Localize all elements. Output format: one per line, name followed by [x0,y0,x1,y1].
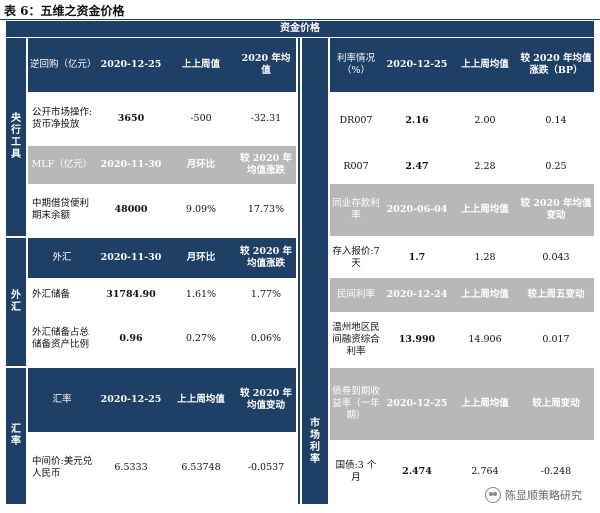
left-h4-c1: 汇率 [28,368,96,432]
left-r2-c4: 17.73% [236,184,296,236]
left-r5-c4: -0.0537 [236,432,296,504]
left-r3-c1: 外汇储备 [28,278,96,312]
left-r4-c4: 0.06% [236,312,296,366]
left-r1-c2: 3650 [96,92,166,146]
left-r3-c4: 1.77% [236,278,296,312]
right-r1-c4: 0.14 [518,92,594,150]
left-r1-c1: 公开市场操作:货币净投放 [28,92,96,146]
right-r2-c3: 2.28 [452,150,518,184]
left-r1-c3: -500 [166,92,236,146]
right-h4-c1: 债券到期收益率（一年期） [330,368,382,440]
right-h2-c1: 同业存款利率 [330,184,382,236]
right-r4-c2: 13.990 [382,312,452,368]
left-h3-c4: 较 2020 年均值涨跌 [236,238,296,278]
left-r3-c2: 31784.90 [96,278,166,312]
left-h3-c2: 2020-11-30 [96,238,166,278]
right-r2-c1: R007 [330,150,382,184]
left-r3-c3: 1.61% [166,278,236,312]
left-r4-c1: 外汇储备占总储备资产比例 [28,312,96,366]
left-r4-c2: 0.96 [96,312,166,366]
left-r2-c1: 中期借贷便利期末余额 [28,184,96,236]
left-h3-c1: 外汇 [28,238,96,278]
left-r5-c2: 6.5333 [96,432,166,504]
right-r1-c2: 2.16 [382,92,452,150]
right-r4-c1: 温州地区民间融资综合利率 [330,312,382,368]
side-label-fx: 外汇 [6,238,26,366]
left-r1-c4: -32.31 [236,92,296,146]
right-r5-c1: 国债:3 个月 [330,440,382,504]
center-divider [298,38,300,504]
right-r2-c4: 0.25 [518,150,594,184]
right-h1-c3: 上上周均值 [452,38,518,92]
right-h4-c2: 2020-12-25 [382,368,452,440]
left-h3-c3: 月环比 [166,238,236,278]
right-h1-c4: 较 2020 年均值涨跌（BP） [518,38,594,92]
right-h4-c3: 上上周均值 [452,368,518,440]
left-r5-c3: 6.53748 [166,432,236,504]
left-r4-c3: 0.27% [166,312,236,366]
right-h3-c3: 上上周均值 [452,278,518,312]
left-h2-c1: MLF（亿元） [28,146,96,184]
table-title: 表 6：五维之资金价格 [4,4,125,18]
left-h2-c2: 2020-11-30 [96,146,166,184]
right-r4-c4: 0.017 [518,312,594,368]
left-h4-c3: 上上周均值 [166,368,236,432]
right-r3-c1: 存入报价:7 天 [330,238,382,278]
right-h3-c2: 2020-12-24 [382,278,452,312]
left-r5-c1: 中间价:美元兑人民币 [28,432,96,504]
right-h2-c4: 较 2020 年均值变动 [518,184,594,236]
left-h1-c1: 逆回购（亿元） [28,38,97,92]
left-h1-c3: 上上周值 [166,38,236,92]
watermark-text: 陈显顺策略研究 [505,489,582,502]
left-h1-c2: 2020-12-25 [96,38,166,92]
right-r1-c1: DR007 [330,92,382,150]
right-h2-c2: 2020-06-04 [382,184,452,236]
side-label-market-rate: 市场利率 [302,380,328,504]
watermark: 陈显顺策略研究 [485,487,582,503]
right-h1-c2: 2020-12-25 [382,38,452,92]
right-h3-c4: 较上周五变动 [518,278,594,312]
right-r3-c4: 0.043 [518,238,594,278]
left-h4-c2: 2020-12-25 [96,368,166,432]
table-banner: 资金价格 [6,21,594,37]
right-r4-c3: 14.906 [452,312,518,368]
left-h2-c3: 月环比 [166,146,236,184]
right-h3-c1: 民间利率 [330,278,382,312]
left-r2-c3: 9.09% [166,184,236,236]
right-r2-c2: 2.47 [382,150,452,184]
right-r3-c2: 1.7 [382,238,452,278]
wechat-icon [485,487,501,503]
left-h4-c4: 较 2020 年均值变动 [236,368,296,432]
right-r5-c2: 2.474 [382,440,452,504]
title-divider [0,19,600,20]
right-h1-c1: 利率情况（%） [330,38,382,92]
right-r3-c3: 1.28 [452,238,518,278]
left-h2-c4: 较 2020 年均值涨跌 [236,146,296,184]
right-r1-c3: 2.00 [452,92,518,150]
side-label-exchange-rate: 汇率 [6,368,26,504]
left-h1-c4: 2020 年均值 [236,38,296,92]
left-r2-c2: 48000 [96,184,166,236]
side-label-central-bank: 央行工具 [6,38,26,236]
right-h2-c3: 上上周均值 [452,184,518,236]
right-h4-c4: 较上周变动 [518,368,594,440]
